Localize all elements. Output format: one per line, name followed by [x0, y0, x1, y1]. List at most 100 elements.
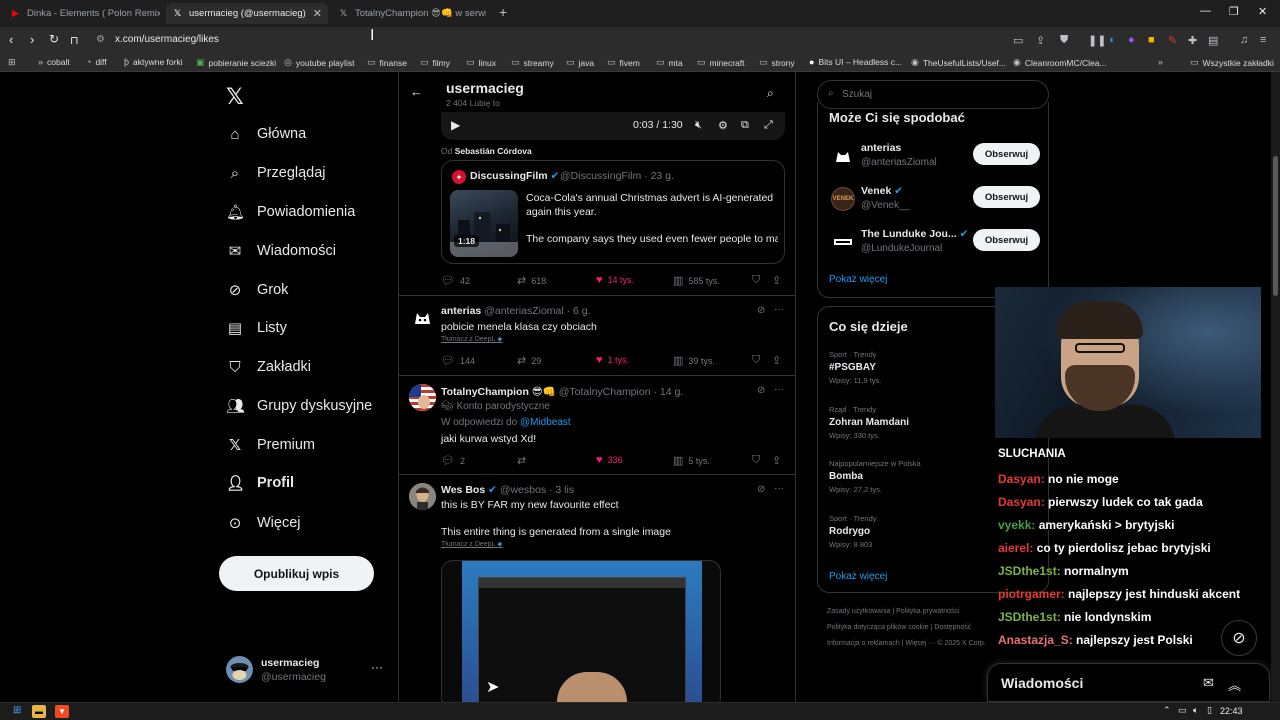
more-bookmarks-icon[interactable]: » — [1158, 57, 1167, 67]
share-button[interactable]: ⇪ — [772, 454, 786, 467]
nav-lists[interactable]: ▤ Listy — [226, 315, 287, 341]
bookmark-folder[interactable]: ▭ fivem — [607, 57, 640, 68]
site-settings-icon[interactable]: ⚙ — [96, 34, 105, 45]
like-button[interactable]: ♥ 14 tys. — [596, 274, 634, 286]
bookmark-button[interactable]: ⛉ — [752, 274, 765, 287]
post[interactable]: TotalnyChampion 😎👊 @TotalnyChampion · 14… — [399, 376, 795, 474]
bookmark-item[interactable]: ◔ diff — [86, 57, 107, 67]
footer-link[interactable]: Polityka dotycząca plików cookie — [827, 624, 929, 631]
windows-start-icon[interactable]: ⊞ — [13, 705, 21, 716]
play-icon[interactable]: ▶ — [451, 118, 460, 132]
grok-icon[interactable]: ⊘ — [757, 484, 765, 495]
footer-link[interactable]: Dostępność — [934, 624, 971, 631]
nav-notifications[interactable]: 🔔︎ Powiadomienia — [226, 199, 355, 225]
repost-button[interactable]: ⇄ 29 — [517, 354, 541, 367]
nav-home[interactable]: ⌂ Główna — [226, 121, 306, 147]
avatar[interactable] — [409, 304, 436, 331]
nav-messages[interactable]: ✉ Wiadomości — [226, 238, 336, 264]
share-button[interactable]: ⇪ — [772, 274, 786, 287]
pause-extension-icon[interactable]: ❚❚ — [1088, 34, 1106, 47]
bookmark-item[interactable]: ƥ aktywne forki — [124, 57, 183, 67]
new-tab-icon[interactable]: + — [499, 4, 507, 20]
media-control-icon[interactable]: ♫ — [1240, 34, 1248, 46]
cast-icon[interactable]: ▭ — [1013, 34, 1023, 47]
reply-button[interactable]: 💬︎ 144 — [441, 354, 475, 367]
author-name[interactable]: anterias — [441, 305, 481, 317]
bookmark-button[interactable]: ⛉ — [752, 454, 765, 467]
reply-button[interactable]: 💬︎ 42 — [441, 274, 470, 287]
translate-link[interactable]: Tłumacz z DeepL ◈ — [441, 540, 503, 548]
nav-bookmarks[interactable]: ⛉ Zakładki — [226, 354, 311, 380]
translate-link[interactable]: Tłumacz z DeepL ◈ — [441, 335, 503, 343]
bookmark-item[interactable]: ◉ CleanroomMC/Clea... — [1013, 57, 1107, 68]
extension-icon[interactable]: ✎ — [1168, 34, 1177, 47]
apps-grid-icon[interactable]: ⊞ — [8, 57, 20, 68]
bookmark-page-icon[interactable]: ⊓ — [70, 34, 79, 47]
like-button[interactable]: ♥ 1 tys. — [596, 354, 629, 366]
reply-to-link[interactable]: @Midbeast — [520, 417, 571, 428]
suggestion[interactable]: VENEK Venek ✔︎ @Venek__ Obserwuj — [829, 184, 1041, 216]
bookmark-button[interactable]: ⛉ — [752, 354, 765, 367]
network-icon[interactable]: ▭ — [1178, 705, 1187, 716]
quoted-post[interactable]: ✦ DiscussingFilm ✔︎ @DiscussingFilm · 23… — [441, 160, 785, 264]
post-video[interactable] — [441, 560, 721, 702]
speaker-icon[interactable]: 🔈︎ — [1193, 705, 1198, 716]
share-button[interactable]: ⇪ — [772, 354, 786, 367]
avatar[interactable] — [409, 384, 436, 411]
footer-link[interactable]: Więcej ··· — [905, 640, 935, 647]
all-bookmarks[interactable]: ▭ Wszystkie zakładki — [1190, 57, 1274, 68]
bookmark-folder[interactable]: ▭ mta — [656, 57, 683, 68]
restore-icon[interactable]: ❐ — [1229, 5, 1239, 18]
grok-floating-button[interactable]: ⊘ — [1221, 620, 1257, 656]
url-field[interactable]: x.com/usermacieg/likes — [115, 34, 219, 45]
extension-icon[interactable]: ◖ — [1108, 34, 1115, 46]
page-scrollbar[interactable] — [1271, 72, 1280, 702]
nav-more[interactable]: ⊙ Więcej — [226, 510, 301, 536]
footer-link[interactable]: Informacja o reklamach — [827, 640, 900, 647]
video-player[interactable]: ▶ 0:03 / 1:30 🔇︎ ⚙ ⧉ ⤢ — [441, 112, 785, 140]
menu-icon[interactable]: ≡ — [1260, 34, 1266, 46]
like-button[interactable]: ♥ 336 — [596, 454, 623, 466]
author-name[interactable]: Wes Bos ✔︎ — [441, 484, 497, 496]
bookmark-folder[interactable]: ▭ java — [566, 57, 594, 68]
views-button[interactable]: ▥ 585 tys. — [673, 274, 720, 287]
search-icon[interactable]: ⌕ — [767, 86, 774, 101]
file-explorer-icon[interactable]: ▬ — [32, 705, 46, 718]
more-options-icon[interactable]: ··· — [774, 483, 784, 494]
account-switcher[interactable]: usermacieg @usermacieg ··· — [226, 654, 386, 688]
nav-premium[interactable]: 𝕏 Premium — [226, 432, 315, 458]
shield-icon[interactable]: ⛊ — [1060, 34, 1068, 47]
bookmark-item[interactable]: ◉ TheUsefulLists/Usef... — [911, 57, 1006, 68]
forward-icon[interactable]: › — [30, 32, 34, 47]
post[interactable]: anterias @anteriasZiomal · 6 g. ⊘ ··· po… — [399, 296, 795, 375]
bookmark-folder[interactable]: ▭ finanse — [367, 57, 407, 68]
suggestion-name[interactable]: The Lunduke Jou... ✔︎ — [861, 228, 968, 240]
minimize-icon[interactable]: — — [1200, 5, 1211, 17]
attribution-name[interactable]: Sebastián Córdova — [455, 146, 532, 156]
show-more-link[interactable]: Pokaż więcej — [829, 274, 887, 285]
bookmark-item[interactable]: » cobalt — [38, 57, 70, 67]
footer-link[interactable]: Zasady użytkowania — [827, 608, 890, 615]
bookmark-folder[interactable]: ▭ minecraft — [697, 57, 744, 68]
repost-button[interactable]: ⇄ 618 — [517, 274, 546, 287]
sidebar-icon[interactable]: ▤ — [1208, 34, 1218, 47]
browser-tab-active[interactable]: 𝕏 usermacieg (@usermacieg) / X ✕ — [166, 3, 328, 24]
new-message-icon[interactable]: ✉ — [1203, 675, 1214, 691]
suggestion[interactable]: The Lunduke Jou... ✔︎ @LundukeJournal Ob… — [829, 227, 1041, 259]
extensions-puzzle-icon[interactable]: ✚ — [1188, 34, 1197, 47]
grok-icon[interactable]: ⊘ — [757, 305, 765, 316]
browser-tab[interactable]: 𝕏 TotalnyChampion 😎👊 w serwisie X — [332, 3, 492, 24]
more-options-icon[interactable]: ··· — [371, 660, 383, 674]
show-more-link[interactable]: Pokaż więcej — [829, 571, 887, 582]
expand-up-icon[interactable]: ︽ — [1228, 675, 1241, 694]
bookmark-item[interactable]: ▣ pobieranie sciezki — [196, 57, 276, 68]
back-arrow-icon[interactable]: ← — [410, 84, 423, 99]
suggestion-name[interactable]: Venek ✔︎ — [861, 185, 903, 197]
bookmark-item[interactable]: ◎ youtube playlist — [284, 57, 354, 68]
follow-button[interactable]: Obserwuj — [973, 186, 1040, 208]
picture-in-picture-icon[interactable]: ⧉ — [741, 119, 749, 132]
avatar[interactable]: VENEK — [831, 187, 855, 211]
avatar[interactable] — [409, 483, 436, 510]
extension-icon[interactable]: ● — [1128, 34, 1135, 46]
reply-button[interactable]: 💬︎ 2 — [441, 454, 465, 467]
